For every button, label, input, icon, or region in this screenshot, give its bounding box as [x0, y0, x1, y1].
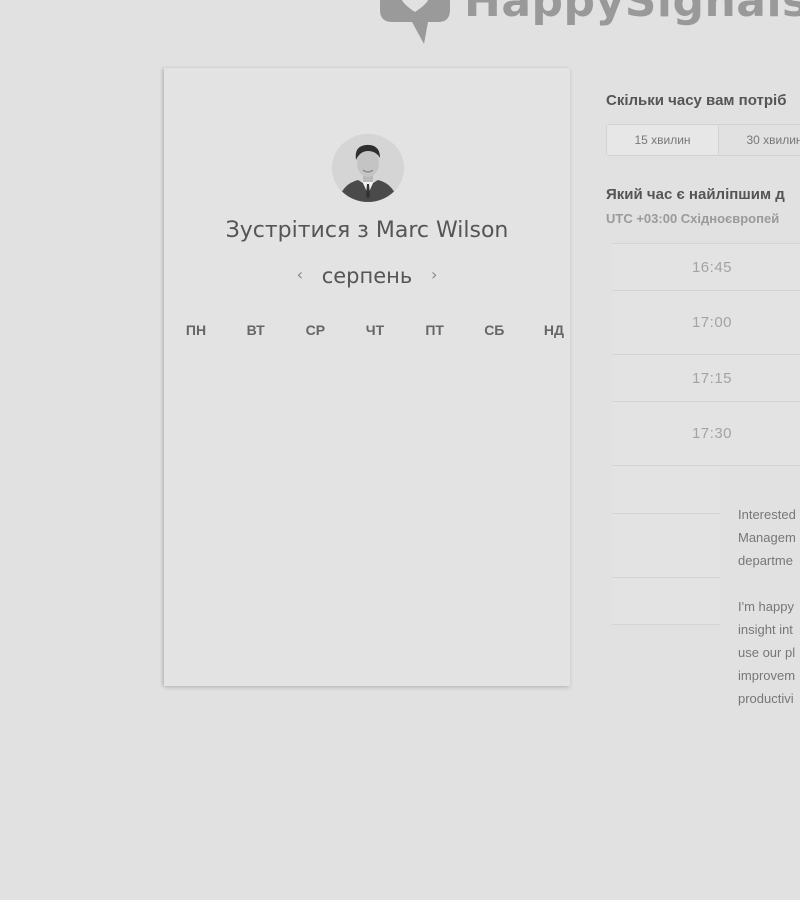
info-paragraph: Interested Managem departme: [738, 503, 800, 572]
weekday-sun: НД: [543, 322, 564, 338]
time-slot[interactable]: [612, 465, 720, 514]
time-slot[interactable]: 17:00: [612, 290, 800, 355]
time-question: Який час є найліпшим д: [606, 186, 785, 203]
meeting-title: Зустрітися з Marc Wilson: [164, 218, 570, 243]
duration-option-15[interactable]: 15 хвилин: [607, 125, 719, 155]
info-line: productivi: [738, 691, 794, 706]
booking-panel: Скільки часу вам потріб 15 хвилин 30 хви…: [606, 0, 800, 900]
weekday-wed: СР: [305, 322, 326, 338]
weekday-mon: ПН: [185, 322, 207, 338]
time-slot[interactable]: 16:45: [612, 243, 800, 292]
organizer-name: Marc Wilson: [375, 218, 509, 243]
info-line: departme: [738, 553, 793, 568]
person-photo: [332, 134, 404, 202]
duration-option-30[interactable]: 30 хвилин: [719, 125, 800, 155]
timezone-label[interactable]: UTC +03:00 Східноєвропей: [606, 211, 779, 226]
info-line: improvem: [738, 668, 796, 683]
month-label: серпень: [321, 264, 413, 288]
info-line: Interested: [738, 507, 796, 522]
avatar: [332, 134, 404, 202]
time-slot[interactable]: [612, 577, 720, 625]
info-line: I'm happy: [738, 599, 794, 614]
info-line: use our pl: [738, 645, 796, 660]
weekday-tue: ВТ: [246, 322, 265, 338]
time-slot-label: 17:00: [691, 314, 733, 331]
time-slot[interactable]: 17:15: [612, 354, 800, 403]
speech-heart-logo-icon: [380, 0, 450, 44]
chevron-right-icon[interactable]: ›: [419, 265, 449, 284]
time-slot[interactable]: [612, 513, 720, 578]
weekday-sat: СБ: [484, 322, 505, 338]
time-slot-label: 17:30: [691, 425, 733, 442]
time-slot-label: 16:45: [691, 259, 733, 276]
month-navigation: ‹ серпень ›: [164, 264, 570, 288]
time-slot-label: 17:15: [691, 370, 733, 387]
weekday-fri: ПТ: [425, 322, 444, 338]
weekday-header: ПН ВТ СР ЧТ ПТ СБ НД: [176, 322, 574, 338]
duration-selector: 15 хвилин 30 хвилин: [606, 124, 800, 156]
info-paragraph: I'm happy insight int use our pl improve…: [738, 595, 800, 710]
chevron-left-icon[interactable]: ‹: [285, 265, 315, 284]
duration-question: Скільки часу вам потріб: [606, 92, 787, 109]
meet-prefix: Зустрітися з: [225, 218, 369, 243]
time-slot[interactable]: 17:30: [612, 401, 800, 466]
info-line: Managem: [738, 530, 796, 545]
scheduler-card: Зустрітися з Marc Wilson ‹ серпень › ПН …: [164, 68, 570, 686]
weekday-thu: ЧТ: [365, 322, 385, 338]
info-line: insight int: [738, 622, 793, 637]
